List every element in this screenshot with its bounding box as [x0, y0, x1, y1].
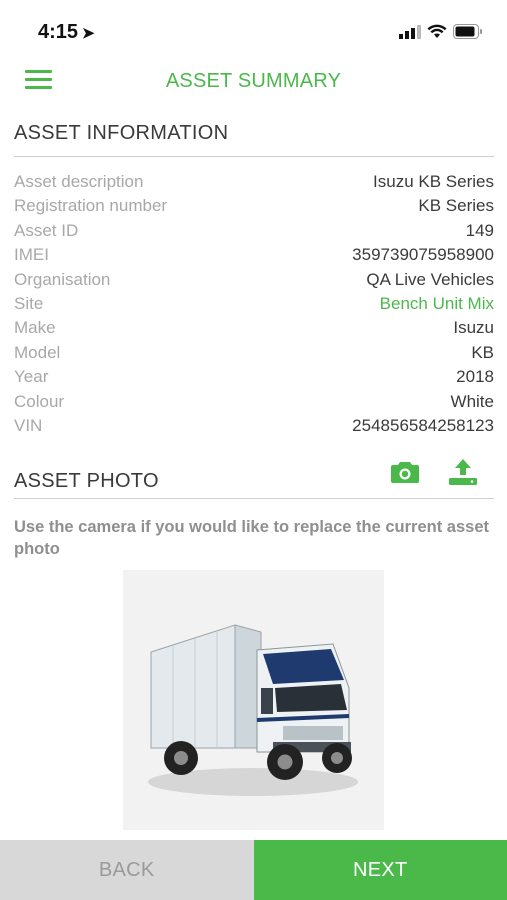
camera-button[interactable] [389, 458, 421, 486]
info-row-site: Site Bench Unit Mix [14, 292, 494, 316]
upload-button[interactable] [447, 458, 479, 486]
info-value: KB [471, 342, 494, 362]
status-bar: 4:15 ➤ [0, 0, 507, 62]
divider [14, 156, 494, 157]
info-row-make: Make Isuzu [14, 316, 494, 340]
status-icons [399, 24, 483, 39]
info-value: White [450, 391, 494, 411]
photo-actions [389, 458, 479, 486]
info-label: Site [14, 293, 44, 313]
page-title: ASSET SUMMARY [165, 70, 342, 92]
site-link[interactable]: Bench Unit Mix [380, 292, 494, 316]
info-label: Year [14, 367, 49, 387]
info-value: 254856584258123 [352, 415, 494, 435]
location-arrow-icon: ➤ [82, 25, 95, 42]
info-row-asset-id: Asset ID 149 [14, 219, 494, 243]
asset-photo-heading: ASSET PHOTO [14, 470, 159, 492]
upload-icon [449, 459, 477, 485]
camera-icon [391, 462, 419, 483]
app-header: ASSET SUMMARY [0, 62, 507, 102]
next-button[interactable]: NEXT [253, 840, 507, 900]
info-row-registration-number: Registration number KB Series [14, 194, 494, 218]
info-label: Asset ID [14, 220, 79, 240]
cellular-signal-icon [399, 24, 421, 39]
bottom-bar: BACK NEXT [0, 840, 507, 900]
asset-info-list: Asset description Isuzu KB Series Regist… [14, 170, 494, 438]
divider [14, 498, 494, 499]
status-time: 4:15 ➤ [38, 21, 95, 44]
info-row-asset-description: Asset description Isuzu KB Series [14, 170, 494, 194]
asset-information-heading: ASSET INFORMATION [14, 122, 229, 144]
back-button[interactable]: BACK [0, 840, 254, 900]
info-label: Organisation [14, 269, 111, 289]
info-value: 149 [465, 220, 494, 240]
info-label: Asset description [14, 172, 144, 191]
info-label: Make [14, 318, 56, 338]
info-value: Isuzu [453, 318, 494, 338]
info-row-organisation: Organisation QA Live Vehicles [14, 268, 494, 292]
info-label: Colour [14, 391, 65, 411]
info-value: Isuzu KB Series [373, 172, 494, 191]
info-row-year: Year 2018 [14, 365, 494, 389]
info-label: VIN [14, 415, 43, 435]
asset-photo [123, 570, 384, 830]
info-row-colour: Colour White [14, 390, 494, 414]
info-value: 359739075958900 [352, 245, 494, 265]
info-label: IMEI [14, 245, 49, 265]
wifi-icon [427, 24, 447, 38]
info-row-vin: VIN 254856584258123 [14, 414, 494, 438]
info-row-imei: IMEI 359739075958900 [14, 243, 494, 267]
battery-icon [453, 24, 482, 39]
info-value: 2018 [456, 367, 494, 387]
info-value: KB Series [418, 196, 494, 216]
info-label: Registration number [14, 196, 168, 216]
status-time-text: 4:15 [38, 21, 79, 43]
camera-hint-text: Use the camera if you would like to repl… [14, 518, 489, 558]
info-value: QA Live Vehicles [366, 269, 494, 289]
info-row-model: Model KB [14, 341, 494, 365]
info-label: Model [14, 342, 61, 362]
truck-image [148, 624, 358, 796]
